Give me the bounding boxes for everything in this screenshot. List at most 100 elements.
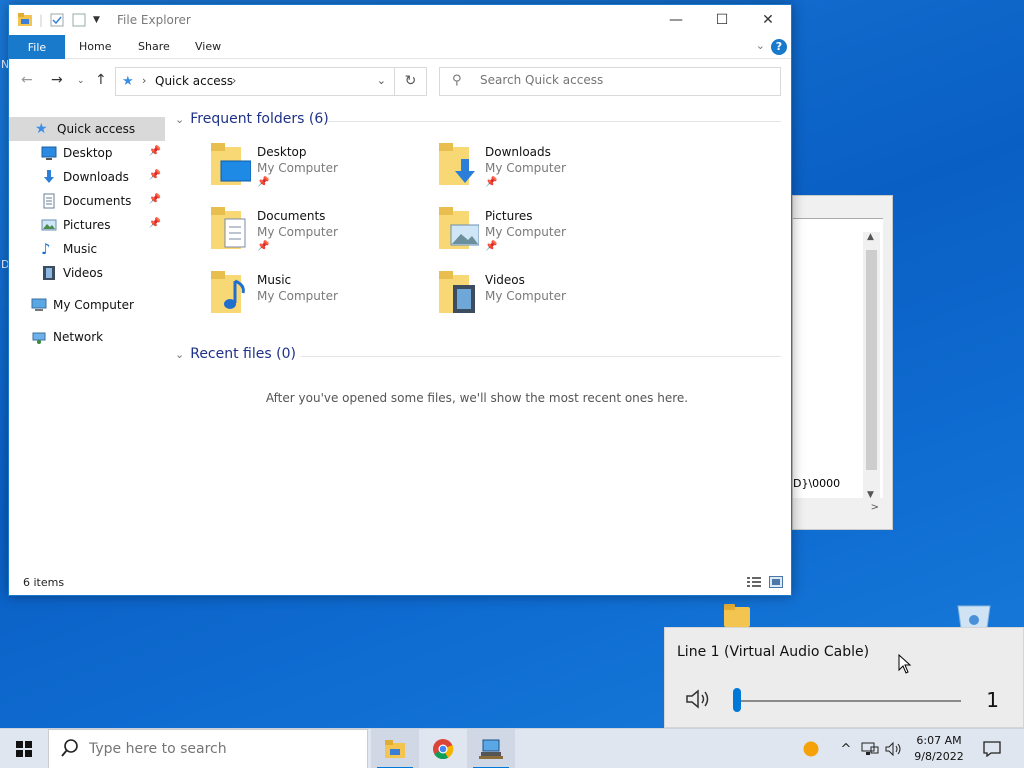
large-icons-view-icon[interactable] [769, 576, 783, 588]
search-box[interactable]: ⚲ [439, 67, 781, 96]
recent-files-header[interactable]: ⌄ Recent files (0) [175, 346, 296, 362]
folder-location: My Computer [257, 225, 338, 239]
show-hidden-icons-chevron-icon[interactable]: ^ [836, 729, 856, 768]
sidebar-item-my-computer[interactable]: My Computer [9, 293, 165, 317]
collapse-chevron-icon[interactable]: ⌄ [175, 348, 184, 361]
sidebar-item-videos[interactable]: Videos [9, 261, 165, 285]
sidebar-item-label: Quick access [57, 122, 136, 136]
breadcrumb-quick-access[interactable]: Quick access [155, 74, 233, 88]
sidebar-item-pictures[interactable]: Pictures 📌 [9, 213, 165, 237]
forward-arrow-icon[interactable]: → [51, 72, 63, 88]
taskbar-search-box[interactable] [48, 729, 368, 768]
volume-tray-icon[interactable] [882, 729, 906, 768]
minimize-button[interactable]: — [653, 5, 699, 35]
recent-locations-icon[interactable]: ⌄ [77, 76, 85, 86]
videos-folder-icon [439, 271, 475, 313]
frequent-folders-header[interactable]: ⌄ Frequent folders (6) [175, 111, 329, 127]
ribbon-tab-share[interactable]: Share [138, 40, 170, 53]
taskbar-network-app[interactable] [467, 729, 515, 768]
address-dropdown-icon[interactable]: ⌄ [377, 74, 386, 87]
breadcrumb-separator-icon[interactable]: › [232, 74, 236, 87]
background-window[interactable]: D}\0000 ▲ ▼ > [792, 195, 893, 530]
scroll-up-icon[interactable]: ▲ [867, 232, 874, 242]
volume-slider-thumb[interactable] [733, 688, 742, 712]
details-view-icon[interactable] [747, 576, 761, 588]
close-button[interactable]: ✕ [745, 5, 791, 35]
customize-qat-icon[interactable]: ▼ [93, 15, 100, 25]
folder-location: My Computer [257, 289, 338, 303]
quick-access-star-icon: ★ [122, 74, 134, 89]
title-bar[interactable]: | ▼ File Explorer — ☐ ✕ [9, 5, 791, 35]
breadcrumb-separator-icon[interactable]: › [142, 74, 146, 87]
search-input[interactable] [480, 73, 770, 87]
scroll-right-icon[interactable]: > [871, 502, 879, 513]
computer-icon [31, 298, 47, 311]
documents-folder-icon [211, 207, 246, 249]
refresh-button[interactable]: ↻ [395, 67, 427, 96]
folder-tile-music[interactable]: Music My Computer [211, 271, 431, 327]
up-arrow-icon[interactable]: ↑ [95, 72, 107, 88]
new-folder-icon[interactable] [71, 12, 87, 28]
sidebar-item-quick-access[interactable]: ★ Quick access [9, 117, 165, 141]
taskbar-clock[interactable]: 6:07 AM 9/8/2022 [906, 733, 972, 765]
tray-app-icon[interactable] [796, 729, 826, 768]
speaker-icon[interactable] [685, 688, 711, 710]
downloads-icon [44, 170, 54, 183]
documents-icon [43, 193, 55, 209]
pin-icon[interactable]: 📌 [257, 241, 269, 252]
sidebar-item-label: Music [63, 242, 98, 256]
pin-icon[interactable]: 📌 [149, 218, 161, 229]
properties-icon[interactable] [49, 12, 65, 28]
pin-icon[interactable]: 📌 [149, 194, 161, 205]
maximize-button[interactable]: ☐ [699, 5, 745, 35]
sidebar-item-downloads[interactable]: Downloads 📌 [9, 165, 165, 189]
volume-slider-track[interactable] [735, 700, 961, 702]
ribbon-file-tab[interactable]: File [9, 35, 65, 59]
network-status-icon[interactable] [858, 729, 882, 768]
taskbar-chrome[interactable] [419, 729, 467, 768]
recent-files-empty-message: After you've opened some files, we'll sh… [265, 391, 689, 405]
pin-icon[interactable]: 📌 [149, 146, 161, 157]
folder-tile-desktop[interactable]: Desktop My Computer 📌 [211, 143, 431, 199]
pin-icon[interactable]: 📌 [257, 177, 269, 188]
search-icon [61, 739, 78, 757]
pin-icon[interactable]: 📌 [485, 177, 497, 188]
sidebar-item-label: Desktop [63, 146, 113, 160]
sidebar-item-label: Network [53, 330, 104, 344]
audio-device-name[interactable]: Line 1 (Virtual Audio Cable) [677, 644, 869, 660]
back-arrow-icon[interactable]: ← [21, 72, 33, 88]
sidebar-item-network[interactable]: Network [9, 325, 165, 349]
folder-tile-documents[interactable]: Documents My Computer 📌 [211, 207, 431, 263]
window-title: File Explorer [117, 13, 191, 27]
explorer-app-icon [18, 13, 32, 26]
pin-icon[interactable]: 📌 [485, 241, 497, 252]
folder-tile-pictures[interactable]: Pictures My Computer 📌 [439, 207, 659, 263]
section-title: Recent files (0) [190, 346, 296, 362]
folder-tile-downloads[interactable]: Downloads My Computer 📌 [439, 143, 659, 199]
folder-name: Desktop [257, 145, 307, 159]
pin-icon[interactable]: 📌 [149, 170, 161, 181]
vertical-scrollbar[interactable]: ▲ ▼ [863, 232, 880, 500]
ribbon-tab-view[interactable]: View [195, 40, 221, 53]
sidebar-item-desktop[interactable]: Desktop 📌 [9, 141, 165, 165]
sidebar-item-label: Videos [63, 266, 103, 280]
folder-tile-videos[interactable]: Videos My Computer [439, 271, 659, 327]
scroll-down-icon[interactable]: ▼ [867, 490, 874, 500]
sidebar-item-documents[interactable]: Documents 📌 [9, 189, 165, 213]
taskbar-file-explorer[interactable] [371, 729, 419, 768]
file-explorer-window[interactable]: | ▼ File Explorer — ☐ ✕ File Home Share … [8, 4, 792, 596]
horizontal-scrollbar[interactable]: > [793, 500, 883, 517]
start-button[interactable] [0, 729, 48, 768]
sidebar-item-music[interactable]: ♪ Music [9, 237, 165, 261]
address-bar[interactable]: ★ › Quick access › ⌄ [115, 67, 395, 96]
folder-name: Downloads [485, 145, 551, 159]
section-title: Frequent folders (6) [190, 111, 329, 127]
expand-ribbon-icon[interactable]: ⌄ [756, 39, 765, 52]
ribbon-tab-home[interactable]: Home [79, 40, 111, 53]
notification-icon [983, 741, 1001, 757]
action-center-button[interactable] [978, 729, 1006, 768]
help-icon[interactable]: ? [771, 39, 787, 55]
scroll-thumb[interactable] [866, 250, 877, 470]
taskbar-search-input[interactable] [89, 741, 359, 757]
collapse-chevron-icon[interactable]: ⌄ [175, 113, 184, 126]
